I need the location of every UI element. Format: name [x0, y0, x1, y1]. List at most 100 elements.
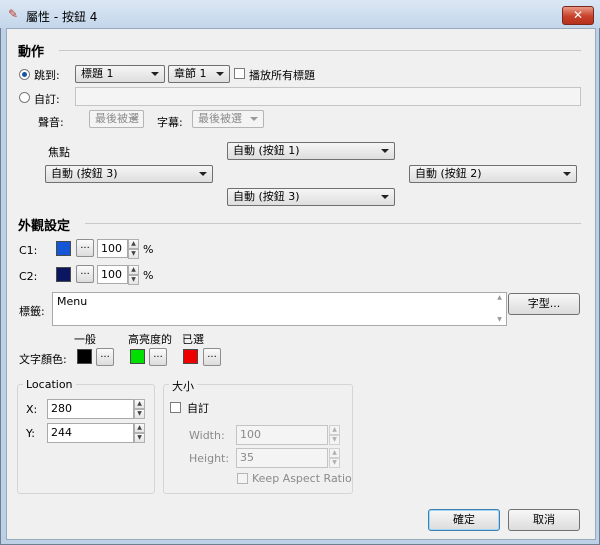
- c1-color-button[interactable]: ...: [76, 239, 94, 257]
- highlight-color-swatch[interactable]: [130, 349, 145, 364]
- y-label: Y:: [26, 427, 35, 440]
- size-custom-label: 自訂: [187, 402, 209, 415]
- up-arrow-icon[interactable]: ▲: [134, 423, 145, 433]
- font-button[interactable]: 字型...: [508, 293, 580, 315]
- width-label: Width:: [189, 429, 225, 442]
- app-icon: ✎: [8, 7, 19, 21]
- focus-up-select[interactable]: 自動 (按鈕 1): [227, 142, 395, 160]
- down-arrow-icon[interactable]: ▼: [494, 316, 505, 324]
- caption-text: Menu: [57, 295, 88, 308]
- down-arrow-icon[interactable]: ▼: [134, 433, 145, 443]
- play-all-checkbox[interactable]: [234, 68, 245, 79]
- selected-color-label: 已選: [182, 333, 204, 346]
- chevron-down-icon: [199, 172, 207, 176]
- normal-color-label: 一般: [74, 333, 96, 346]
- goto-chapter-value: 章節 1: [174, 67, 207, 80]
- normal-color-swatch[interactable]: [77, 349, 92, 364]
- chevron-down-icon: [381, 195, 389, 199]
- normal-color-button[interactable]: ...: [96, 348, 114, 366]
- caption-scrollbar[interactable]: ▲ ▼: [494, 294, 505, 324]
- selected-color-swatch[interactable]: [183, 349, 198, 364]
- up-arrow-icon[interactable]: ▲: [494, 294, 505, 302]
- dialog-client: 動作 跳到: 標題 1 章節 1 播放所有標題 自訂: 聲音: 最後被選 字幕:…: [6, 28, 596, 540]
- chevron-down-icon: [563, 172, 571, 176]
- chevron-down-icon: [381, 149, 389, 153]
- selected-color-button[interactable]: ...: [203, 348, 221, 366]
- goto-title-value: 標題 1: [81, 67, 114, 80]
- custom-label: 自訂:: [34, 93, 60, 106]
- section-divider: [59, 50, 581, 51]
- keep-aspect-checkbox[interactable]: [237, 473, 248, 484]
- location-group-title: Location: [23, 378, 76, 391]
- focus-down-value: 自動 (按鈕 3): [233, 190, 300, 203]
- c2-opacity-input[interactable]: 100: [97, 265, 128, 284]
- custom-command-input[interactable]: [75, 87, 581, 106]
- caption-textarea[interactable]: Menu: [52, 292, 507, 326]
- cancel-button[interactable]: 取消: [508, 509, 580, 531]
- section-appearance-title: 外觀設定: [18, 219, 71, 234]
- width-stepper[interactable]: ▲ ▼: [329, 425, 340, 445]
- width-input[interactable]: 100: [236, 425, 328, 445]
- y-input[interactable]: 244: [47, 423, 134, 443]
- highlight-color-button[interactable]: ...: [149, 348, 167, 366]
- subtitle-label: 字幕:: [157, 116, 183, 129]
- focus-left-select[interactable]: 自動 (按鈕 3): [45, 165, 213, 183]
- focus-right-select[interactable]: 自動 (按鈕 2): [409, 165, 577, 183]
- up-arrow-icon[interactable]: ▲: [329, 448, 340, 458]
- goto-label: 跳到:: [34, 69, 60, 82]
- c1-opacity-stepper[interactable]: ▲ ▼: [128, 239, 139, 259]
- y-stepper[interactable]: ▲ ▼: [134, 423, 145, 443]
- c1-percent: %: [143, 243, 154, 256]
- x-stepper[interactable]: ▲ ▼: [134, 399, 145, 419]
- subtitle-select[interactable]: 最後被選: [192, 110, 264, 128]
- down-arrow-icon[interactable]: ▼: [128, 249, 139, 259]
- x-input[interactable]: 280: [47, 399, 134, 419]
- title-bar: ✎ 屬性 - 按鈕 4 ✕: [0, 0, 600, 28]
- down-arrow-icon[interactable]: ▼: [128, 275, 139, 285]
- chevron-down-icon: [216, 72, 224, 76]
- c2-percent: %: [143, 269, 154, 282]
- section-divider: [85, 223, 581, 224]
- size-group-title: 大小: [169, 378, 197, 394]
- section-action-title: 動作: [18, 45, 45, 60]
- focus-up-value: 自動 (按鈕 1): [233, 144, 300, 157]
- chevron-down-icon: [151, 72, 159, 76]
- focus-right-value: 自動 (按鈕 2): [415, 167, 482, 180]
- play-all-label: 播放所有標題: [249, 69, 315, 82]
- subtitle-value: 最後被選: [198, 112, 242, 125]
- goto-title-select[interactable]: 標題 1: [75, 65, 165, 83]
- highlight-color-label: 高亮度的: [128, 333, 172, 346]
- c2-opacity-stepper[interactable]: ▲ ▼: [128, 265, 139, 285]
- c1-color-swatch[interactable]: [56, 241, 71, 256]
- c2-label: C2:: [19, 270, 38, 283]
- close-button[interactable]: ✕: [562, 6, 594, 25]
- down-arrow-icon[interactable]: ▼: [134, 409, 145, 419]
- up-arrow-icon[interactable]: ▲: [134, 399, 145, 409]
- down-arrow-icon[interactable]: ▼: [329, 458, 340, 468]
- keep-aspect-label: Keep Aspect Ratio: [252, 472, 352, 485]
- height-input[interactable]: 35: [236, 448, 328, 468]
- focus-label: 焦點: [48, 146, 70, 159]
- height-stepper[interactable]: ▲ ▼: [329, 448, 340, 468]
- focus-down-select[interactable]: 自動 (按鈕 3): [227, 188, 395, 206]
- chevron-down-icon: [130, 117, 138, 121]
- goto-radio[interactable]: [19, 69, 30, 80]
- c1-opacity-input[interactable]: 100: [97, 239, 128, 258]
- up-arrow-icon[interactable]: ▲: [329, 425, 340, 435]
- c1-label: C1:: [19, 244, 38, 257]
- up-arrow-icon[interactable]: ▲: [128, 265, 139, 275]
- text-color-label: 文字顏色:: [19, 353, 67, 366]
- custom-radio[interactable]: [19, 92, 30, 103]
- audio-select[interactable]: 最後被選: [89, 110, 144, 128]
- ok-button[interactable]: 確定: [428, 509, 500, 531]
- up-arrow-icon[interactable]: ▲: [128, 239, 139, 249]
- caption-label: 標籤:: [19, 305, 45, 318]
- c2-color-button[interactable]: ...: [76, 265, 94, 283]
- down-arrow-icon[interactable]: ▼: [329, 435, 340, 445]
- c2-color-swatch[interactable]: [56, 267, 71, 282]
- goto-chapter-select[interactable]: 章節 1: [168, 65, 230, 83]
- size-custom-checkbox[interactable]: [170, 402, 181, 413]
- x-label: X:: [26, 403, 38, 416]
- height-label: Height:: [189, 452, 230, 465]
- window-title: 屬性 - 按鈕 4: [26, 10, 98, 24]
